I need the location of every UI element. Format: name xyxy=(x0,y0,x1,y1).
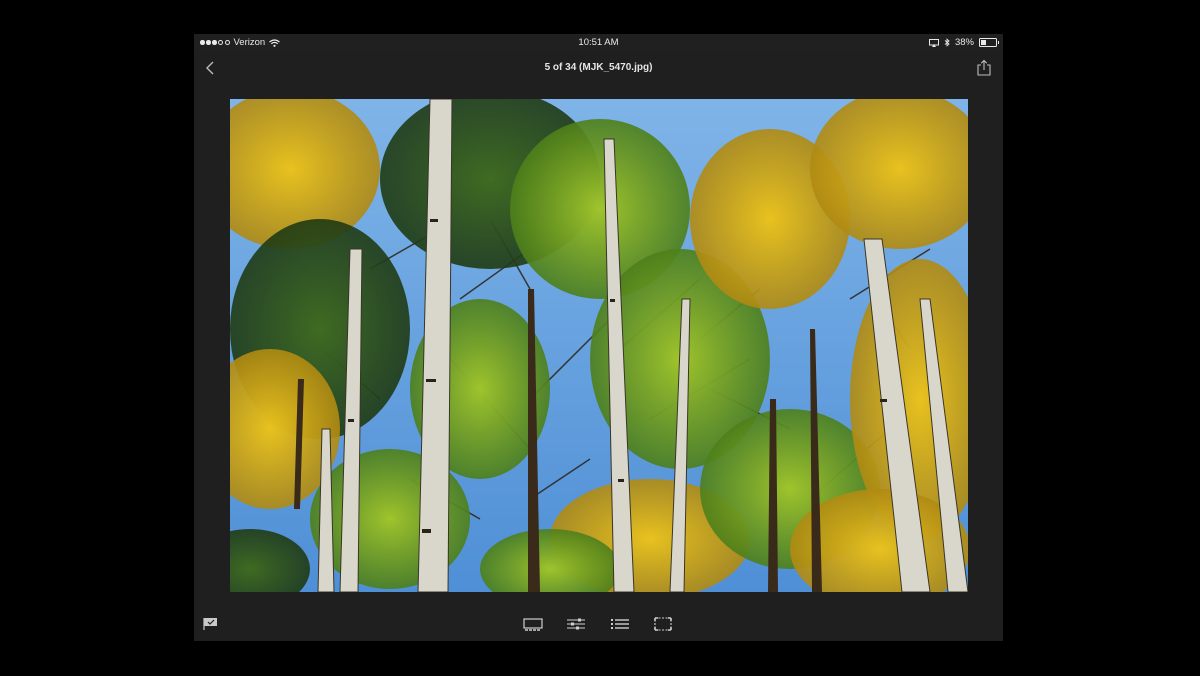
app-window: Verizon 10:51 AM 38% 5 of 34 (MJK_5470.j… xyxy=(194,34,1003,641)
status-right: 38% xyxy=(928,37,999,48)
battery-icon xyxy=(979,38,999,47)
adjust-sliders-icon[interactable] xyxy=(565,615,587,633)
photo-viewer[interactable] xyxy=(230,99,968,592)
flag-icon[interactable] xyxy=(202,615,220,631)
clock: 10:51 AM xyxy=(578,37,619,48)
filmstrip-icon[interactable] xyxy=(522,615,544,633)
battery-percent: 38% xyxy=(954,37,974,48)
battery-level xyxy=(981,40,987,45)
crop-icon[interactable] xyxy=(652,615,674,633)
aspen-photo xyxy=(230,99,968,592)
bottom-toolbar xyxy=(194,609,1003,641)
bluetooth-icon xyxy=(944,38,950,47)
share-icon[interactable] xyxy=(975,59,993,77)
airplay-icon xyxy=(928,38,939,47)
info-list-icon[interactable] xyxy=(609,615,631,633)
photo-title: 5 of 34 (MJK_5470.jpg) xyxy=(544,62,653,73)
nav-bar: 5 of 34 (MJK_5470.jpg) xyxy=(194,50,1003,86)
status-bar: Verizon 10:51 AM 38% xyxy=(194,34,1003,50)
